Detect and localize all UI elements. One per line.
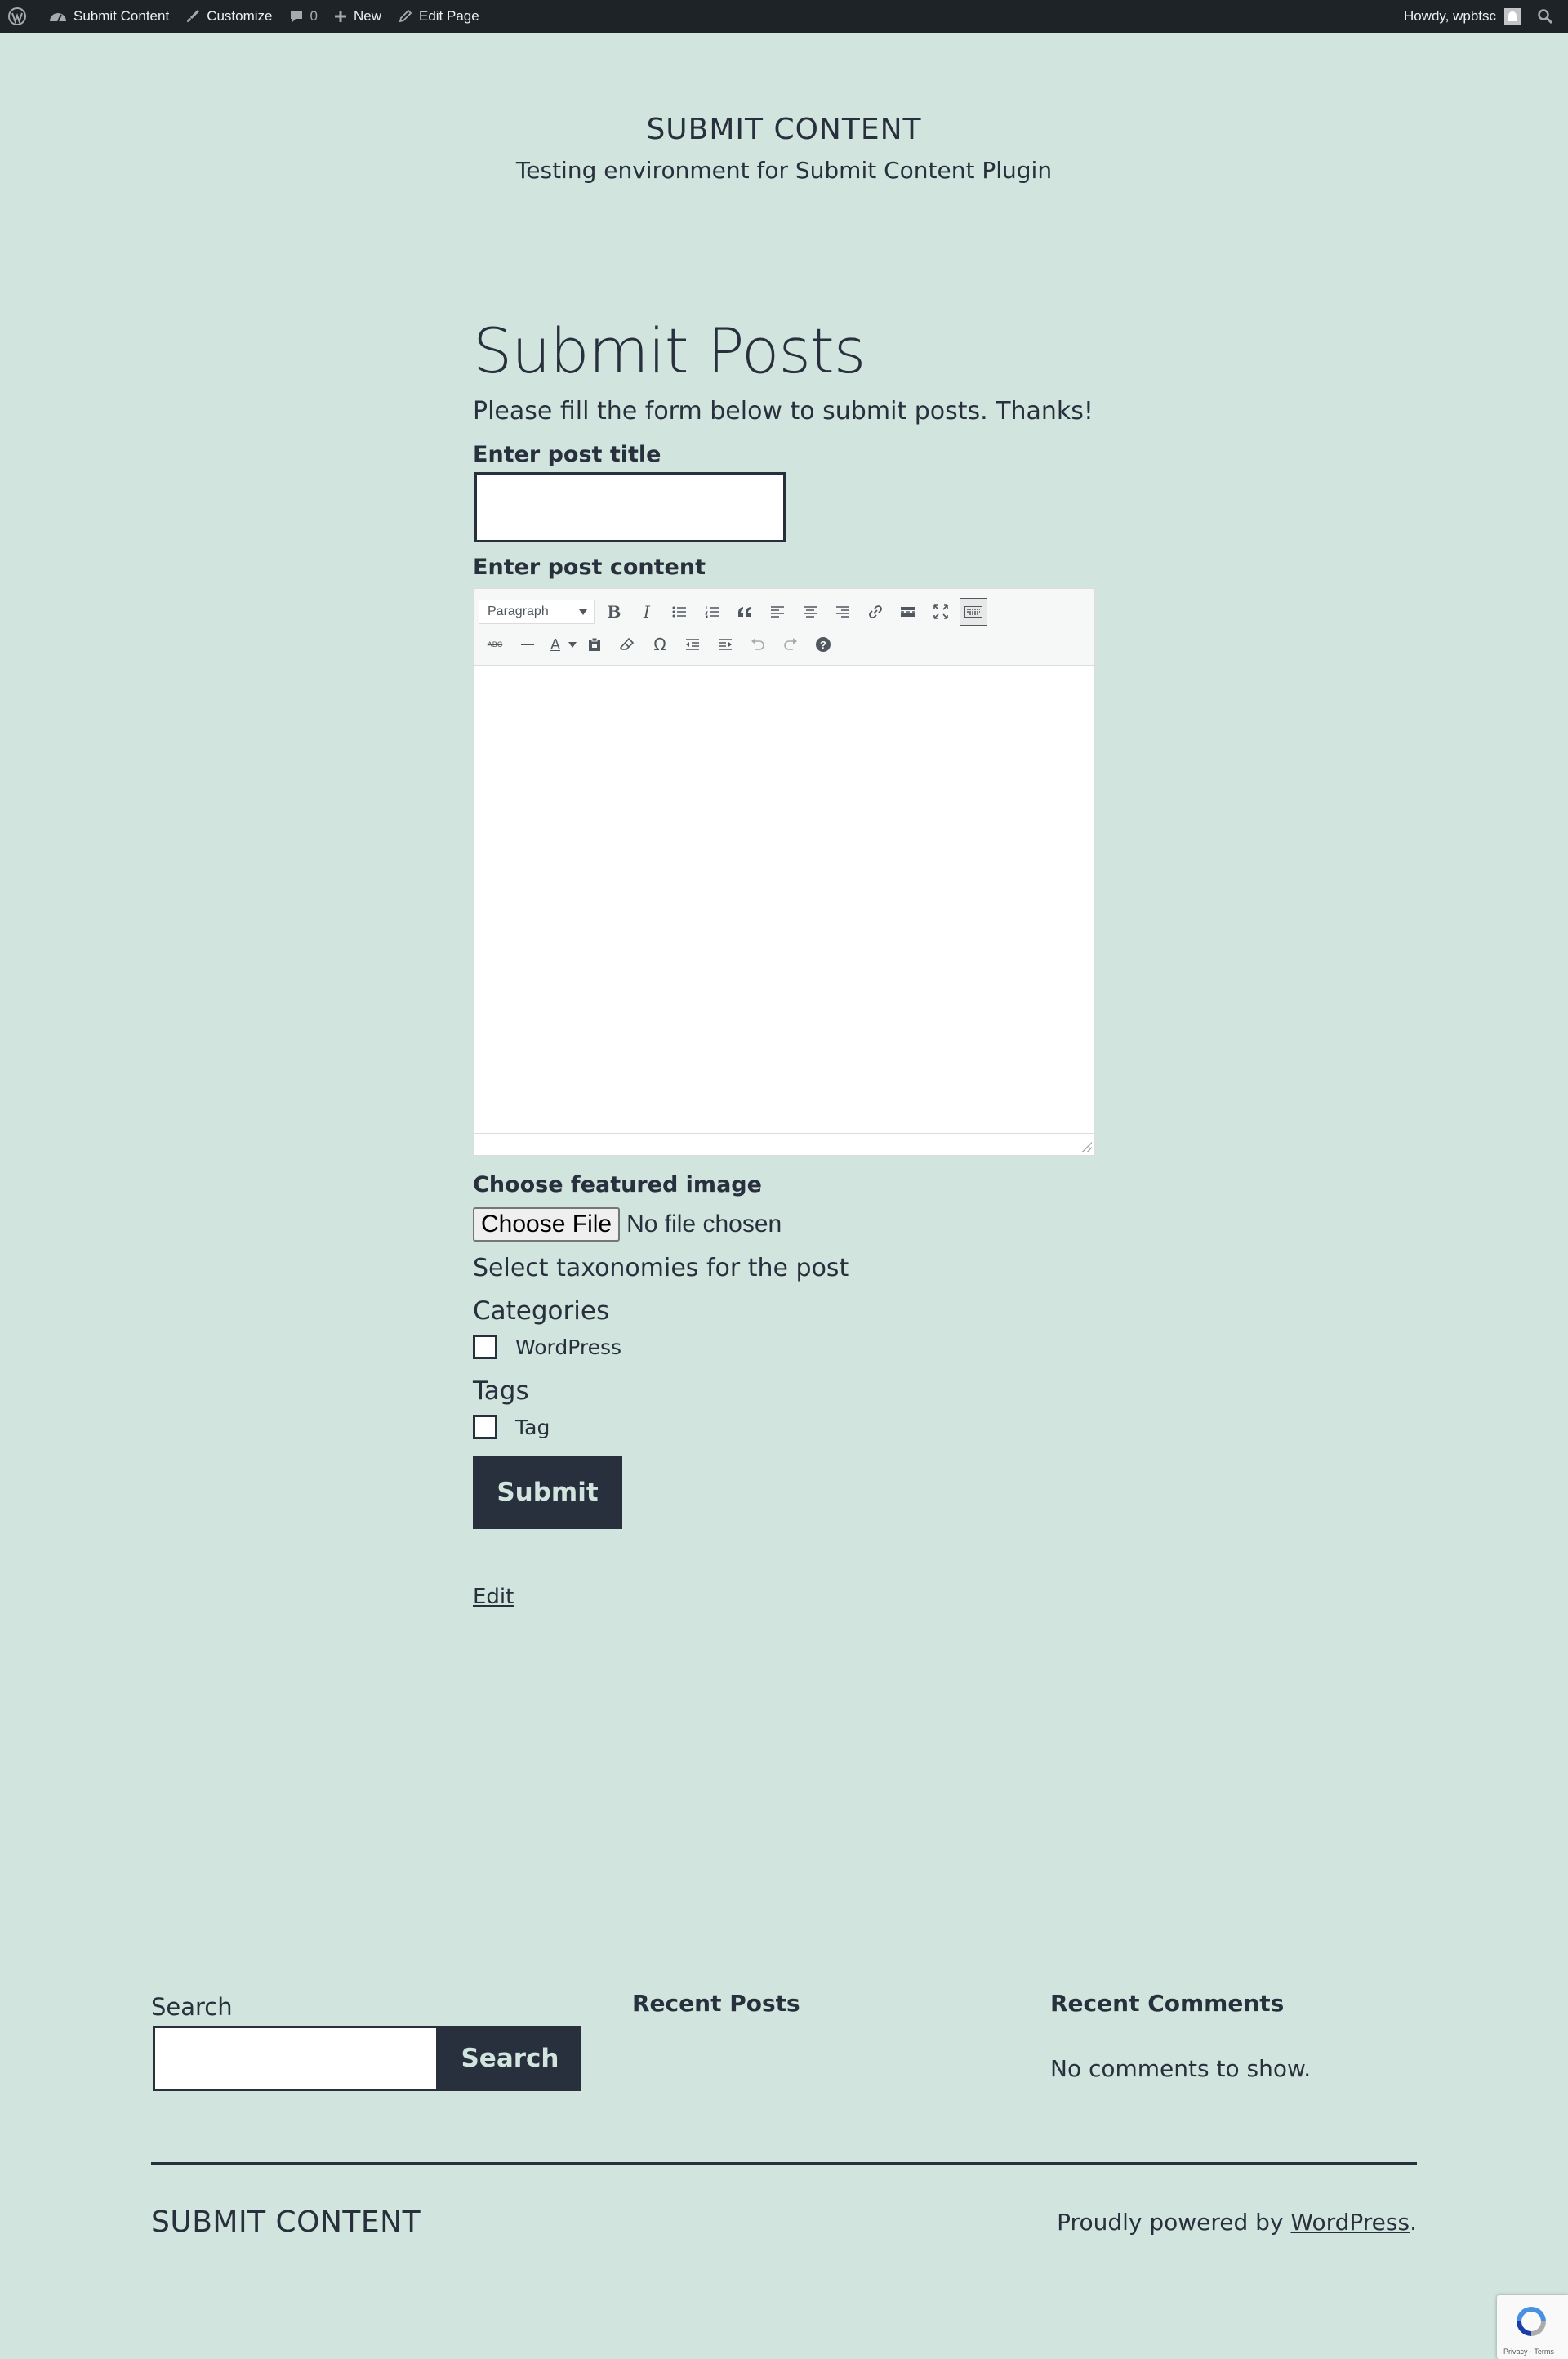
edit-page-label: Edit Page [418, 8, 479, 24]
bold-icon[interactable]: B [598, 598, 630, 626]
taxonomies-heading: Select taxonomies for the post [473, 1254, 849, 1282]
admin-bar-search[interactable] [1529, 0, 1568, 33]
chevron-down-icon [579, 609, 587, 615]
category-option-label[interactable]: WordPress [515, 1336, 621, 1359]
admin-bar: Submit Content Customize 0 New Edit Page… [0, 0, 1568, 33]
choose-file-button[interactable]: Choose File [473, 1207, 621, 1242]
blockquote-icon[interactable] [728, 598, 761, 626]
submit-button[interactable]: Submit [473, 1456, 622, 1529]
tags-heading: Tags [473, 1376, 529, 1406]
recaptcha-icon [1517, 2307, 1546, 2336]
special-character-icon[interactable]: Ω [644, 631, 676, 658]
admin-bar-account[interactable]: Howdy, wpbtsc [1396, 0, 1529, 33]
editor-content-area[interactable] [474, 666, 1094, 1133]
paste-text-icon[interactable] [578, 631, 611, 658]
comments-count: 0 [310, 8, 318, 24]
footer-site-title[interactable]: SUBMIT CONTENT [151, 2205, 421, 2239]
footer-divider [151, 2162, 1417, 2165]
powered-suffix: . [1410, 2209, 1417, 2236]
admin-bar-site-name[interactable]: Submit Content [41, 0, 177, 33]
category-option: WordPress [473, 1335, 1094, 1359]
powered-prefix: Proudly powered by [1057, 2209, 1291, 2236]
post-content-editor: Paragraph B I ABC A Ω ? [473, 588, 1095, 1156]
search-widget-label: Search [151, 1993, 233, 2021]
wordpress-link[interactable]: WordPress [1290, 2209, 1410, 2236]
categories-heading: Categories [473, 1296, 610, 1326]
page-title: Submit Posts [473, 314, 866, 387]
brush-icon [187, 9, 200, 22]
toolbar-toggle-icon[interactable] [960, 598, 987, 626]
search-icon [1538, 9, 1553, 25]
admin-bar-comments[interactable]: 0 [281, 0, 326, 33]
site-title[interactable]: SUBMIT CONTENT [0, 113, 1568, 146]
recaptcha-badge[interactable]: Privacy - Terms [1497, 2295, 1568, 2359]
admin-bar-edit-page[interactable]: Edit Page [390, 0, 488, 33]
edit-link[interactable]: Edit [473, 1585, 1094, 1609]
main-content: Submit Posts Please fill the form below … [473, 310, 1095, 1609]
outdent-icon[interactable] [676, 631, 709, 658]
site-tagline: Testing environment for Submit Content P… [515, 157, 1053, 184]
comment-bubble-icon [290, 11, 302, 22]
site-name-label: Submit Content [74, 8, 170, 24]
no-comments-text: No comments to show. [1050, 2055, 1312, 2082]
undo-icon[interactable] [742, 631, 774, 658]
tag-option-label[interactable]: Tag [515, 1416, 550, 1439]
dashboard-icon [50, 13, 66, 22]
text-color-icon[interactable]: A [544, 631, 567, 658]
clear-formatting-icon[interactable] [611, 631, 644, 658]
featured-image-label: Choose featured image [473, 1172, 762, 1197]
align-left-icon[interactable] [761, 598, 794, 626]
tag-option: Tag [473, 1415, 1094, 1439]
recaptcha-text[interactable]: Privacy - Terms [1503, 2348, 1554, 2356]
strikethrough-icon[interactable]: ABC [479, 631, 511, 658]
italic-icon[interactable]: I [630, 598, 663, 626]
text-color-dropdown[interactable] [567, 631, 578, 658]
powered-by: Proudly powered by WordPress. [1057, 2209, 1417, 2236]
chevron-down-icon [568, 641, 577, 648]
editor-toolbar-row-1: Paragraph B I [479, 595, 1091, 628]
plus-icon [334, 11, 346, 22]
recent-posts-heading: Recent Posts [632, 1990, 800, 2017]
numbered-list-icon[interactable] [696, 598, 728, 626]
intro-text: Please fill the form below to submit pos… [473, 397, 1094, 426]
admin-bar-customize[interactable]: Customize [177, 0, 280, 33]
post-content-label: Enter post content [473, 555, 706, 580]
file-status-text: No file chosen [626, 1211, 782, 1237]
search-button[interactable]: Search [439, 2026, 581, 2091]
read-more-icon[interactable] [892, 598, 924, 626]
editor-toolbar: Paragraph B I ABC A Ω ? [474, 589, 1094, 666]
align-center-icon[interactable] [794, 598, 826, 626]
recent-comments-heading: Recent Comments [1050, 1990, 1285, 2017]
format-select-value: Paragraph [488, 604, 549, 618]
customize-label: Customize [207, 8, 273, 24]
horizontal-line-icon[interactable] [511, 631, 544, 658]
pencil-icon [399, 9, 412, 23]
category-checkbox[interactable] [473, 1335, 497, 1359]
post-title-label: Enter post title [473, 442, 662, 467]
wordpress-logo-icon[interactable] [0, 0, 41, 33]
indent-icon[interactable] [709, 631, 742, 658]
avatar [1504, 8, 1521, 25]
redo-icon[interactable] [774, 631, 807, 658]
search-input[interactable] [153, 2026, 439, 2091]
fullscreen-icon[interactable] [924, 598, 957, 626]
admin-bar-new[interactable]: New [326, 0, 390, 33]
featured-image-input: Choose File No file chosen [473, 1207, 1094, 1242]
new-label: New [353, 8, 381, 24]
post-title-input[interactable] [474, 472, 786, 542]
align-right-icon[interactable] [826, 598, 859, 626]
resize-handle-icon[interactable] [1082, 1142, 1092, 1152]
howdy-label: Howdy, wpbtsc [1403, 8, 1496, 24]
link-icon[interactable] [859, 598, 892, 626]
editor-statusbar [474, 1133, 1094, 1154]
help-icon[interactable]: ? [807, 631, 840, 658]
form-lower: Choose featured image Choose File No fil… [473, 1160, 1094, 1609]
tag-checkbox[interactable] [473, 1415, 497, 1439]
bullet-list-icon[interactable] [663, 598, 696, 626]
editor-toolbar-row-2: ABC A Ω ? [479, 628, 1091, 661]
format-select[interactable]: Paragraph [479, 600, 595, 624]
